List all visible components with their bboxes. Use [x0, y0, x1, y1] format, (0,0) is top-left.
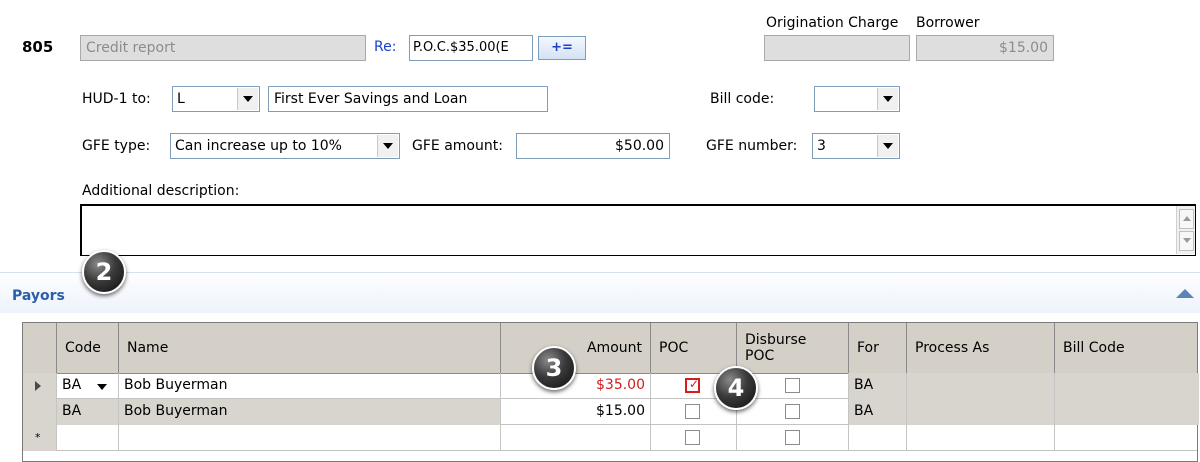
row-name[interactable]: Bob Buyerman: [119, 373, 501, 399]
table-row[interactable]: BA Bob Buyerman $15.00 BA: [23, 399, 1199, 425]
callout-badge-2: 2: [82, 250, 126, 294]
hud-label: HUD-1 to:: [82, 91, 151, 107]
bill-code-select[interactable]: [814, 86, 900, 112]
col-poc[interactable]: POC: [651, 323, 737, 373]
description-field[interactable]: Credit report: [80, 35, 366, 61]
payors-title: Payors: [12, 288, 65, 304]
scroll-up-icon[interactable]: [1179, 209, 1194, 229]
new-row[interactable]: *: [23, 425, 1197, 451]
col-for[interactable]: For: [849, 323, 907, 373]
row-process-as[interactable]: [907, 399, 1055, 425]
chevron-down-icon[interactable]: [97, 384, 107, 390]
hud-code-value: L: [177, 91, 185, 107]
table-row[interactable]: BA Bob Buyerman $35.00 ✓ BA: [23, 373, 1199, 399]
gfe-type-value: Can increase up to 10%: [175, 138, 342, 154]
row-disburse-cell: [737, 399, 849, 425]
row-code[interactable]: BA: [57, 399, 119, 425]
scroll-down-icon[interactable]: [1179, 231, 1194, 251]
re-append-label: +=: [551, 40, 573, 55]
callout-badge-3: 3: [532, 346, 576, 390]
poc-checkbox[interactable]: ✓: [685, 377, 700, 393]
col-bill-code[interactable]: Bill Code: [1055, 323, 1199, 373]
payors-grid: Code Name Amount POC Disburse POC For Pr…: [22, 322, 1199, 462]
bill-code-label: Bill code:: [710, 91, 775, 107]
origination-charge-header: Origination Charge: [766, 15, 899, 31]
col-code[interactable]: Code: [57, 323, 119, 373]
disburse-poc-checkbox[interactable]: [785, 430, 800, 445]
chevron-down-icon[interactable]: [877, 88, 898, 110]
poc-checkbox[interactable]: [685, 404, 700, 419]
row-indicator-header: [23, 323, 57, 373]
row-bill-code[interactable]: [1055, 373, 1199, 399]
row-code: BA: [62, 377, 82, 393]
disburse-poc-checkbox[interactable]: [785, 404, 800, 419]
col-disburse-poc[interactable]: Disburse POC: [737, 323, 849, 373]
col-amount[interactable]: Amount: [501, 323, 651, 373]
row-for[interactable]: BA: [849, 373, 907, 399]
payors-section-header: [0, 272, 1200, 313]
chevron-down-icon[interactable]: [237, 88, 258, 110]
borrower-amount-field[interactable]: $15.00: [916, 35, 1054, 61]
re-field[interactable]: P.O.C.$35.00(E: [409, 35, 533, 61]
row-code-select[interactable]: BA: [57, 373, 119, 399]
row-for[interactable]: BA: [849, 399, 907, 425]
additional-description-textarea[interactable]: [80, 204, 1196, 256]
row-process-as[interactable]: [907, 373, 1055, 399]
grid-header: Code Name Amount POC Disburse POC For Pr…: [23, 323, 1197, 374]
gfe-number-value: 3: [817, 138, 826, 154]
additional-description-label: Additional description:: [82, 183, 240, 199]
col-name[interactable]: Name: [119, 323, 501, 373]
gfe-amount-field[interactable]: $50.00: [516, 133, 670, 159]
new-row-for[interactable]: [849, 425, 907, 451]
chevron-down-icon[interactable]: [877, 135, 898, 157]
checkmark-icon: ✓: [689, 377, 700, 391]
row-amount[interactable]: $35.00: [501, 373, 651, 399]
new-row-process-as[interactable]: [907, 425, 1055, 451]
hud-code-select[interactable]: L: [172, 86, 260, 112]
gfe-type-select[interactable]: Can increase up to 10%: [170, 133, 400, 159]
gfe-type-label: GFE type:: [82, 138, 151, 154]
new-row-bill-code[interactable]: [1055, 425, 1199, 451]
new-row-disburse-cell: [737, 425, 849, 451]
new-row-name[interactable]: [119, 425, 501, 451]
row-bill-code[interactable]: [1055, 399, 1199, 425]
gfe-number-label: GFE number:: [706, 138, 798, 154]
new-row-poc-cell: [651, 425, 737, 451]
borrower-header: Borrower: [916, 15, 980, 31]
row-selector-icon[interactable]: [23, 373, 57, 399]
collapse-arrow-icon[interactable]: [1176, 289, 1194, 298]
chevron-down-icon[interactable]: [377, 135, 398, 157]
row-amount[interactable]: $15.00: [501, 399, 651, 425]
disburse-poc-checkbox[interactable]: [785, 378, 800, 393]
re-label: Re:: [374, 39, 397, 55]
row-name[interactable]: Bob Buyerman: [119, 399, 501, 425]
new-row-marker: *: [23, 425, 57, 451]
gfe-number-select[interactable]: 3: [812, 133, 900, 159]
scrollbar[interactable]: [1176, 206, 1195, 254]
callout-badge-4: 4: [714, 366, 758, 410]
col-process-as[interactable]: Process As: [907, 323, 1055, 373]
gfe-amount-label: GFE amount:: [412, 138, 503, 154]
row-selector[interactable]: [23, 399, 57, 425]
poc-checkbox[interactable]: [685, 430, 700, 445]
new-row-amount[interactable]: [501, 425, 651, 451]
re-append-button[interactable]: +=: [538, 36, 586, 60]
origination-charge-field[interactable]: [764, 35, 910, 61]
line-number: 805: [22, 38, 54, 56]
hud-name-field[interactable]: First Ever Savings and Loan: [268, 86, 548, 112]
new-row-code[interactable]: [57, 425, 119, 451]
